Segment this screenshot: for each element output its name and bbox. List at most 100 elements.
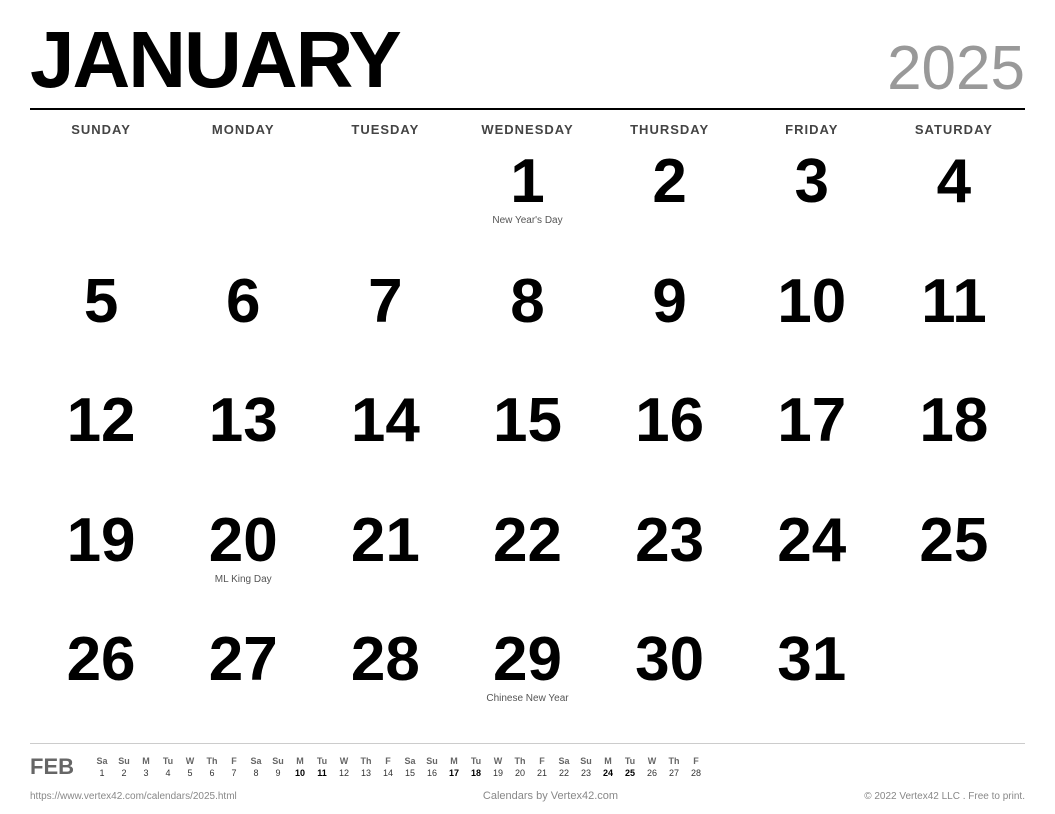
mini-day-cell: 26 <box>642 768 662 778</box>
day-header-tue: TUESDAY <box>314 118 456 141</box>
mini-day-cell: 11 <box>312 768 332 778</box>
calendar-cell: 9 <box>599 265 741 385</box>
day-header-wed: WEDNESDAY <box>456 118 598 141</box>
mini-day-header: Sa <box>92 756 112 766</box>
date-number: 5 <box>84 271 118 333</box>
date-number: 23 <box>635 510 704 572</box>
mini-day-cell: 28 <box>686 768 706 778</box>
date-number: 26 <box>67 629 136 691</box>
days-header: SUNDAY MONDAY TUESDAY WEDNESDAY THURSDAY… <box>30 118 1025 141</box>
date-number: 21 <box>351 510 420 572</box>
mini-day-header: M <box>598 756 618 766</box>
mini-day-header: W <box>334 756 354 766</box>
date-number: 20 <box>209 510 278 572</box>
date-number: 31 <box>777 629 846 691</box>
date-number: 14 <box>351 390 420 452</box>
mini-day-cell: 13 <box>356 768 376 778</box>
year-title: 2025 <box>887 38 1025 100</box>
calendar-cell: 17 <box>741 384 883 504</box>
calendar-cell: 3 <box>741 145 883 265</box>
mini-day-cell: 14 <box>378 768 398 778</box>
calendar-cell: 6 <box>172 265 314 385</box>
mini-day-header: W <box>488 756 508 766</box>
calendar-cell <box>30 145 172 265</box>
mini-day-header: F <box>378 756 398 766</box>
calendar-cell: 4 <box>883 145 1025 265</box>
mini-day-cell: 1 <box>92 768 112 778</box>
date-number: 13 <box>209 390 278 452</box>
date-number: 27 <box>209 629 278 691</box>
mini-day-header: M <box>290 756 310 766</box>
calendar-cell: 23 <box>599 504 741 624</box>
mini-day-header: Tu <box>620 756 640 766</box>
calendar-cell: 26 <box>30 623 172 743</box>
calendar-cell: 25 <box>883 504 1025 624</box>
day-header-fri: FRIDAY <box>741 118 883 141</box>
calendar-cell: 27 <box>172 623 314 743</box>
mini-day-header: Sa <box>554 756 574 766</box>
mini-day-header: M <box>444 756 464 766</box>
mini-day-cell: 16 <box>422 768 442 778</box>
mini-day-cell: 9 <box>268 768 288 778</box>
calendar-cell: 24 <box>741 504 883 624</box>
footer-center: Calendars by Vertex42.com <box>483 790 618 802</box>
calendar-cell <box>172 145 314 265</box>
mini-day-header: Sa <box>400 756 420 766</box>
date-number: 28 <box>351 629 420 691</box>
calendar-cell: 5 <box>30 265 172 385</box>
mini-day-header: Th <box>356 756 376 766</box>
calendar-cell: 30 <box>599 623 741 743</box>
calendar-cell: 28 <box>314 623 456 743</box>
mini-day-header: M <box>136 756 156 766</box>
date-number: 30 <box>635 629 704 691</box>
mini-day-header: Th <box>664 756 684 766</box>
mini-day-cell: 15 <box>400 768 420 778</box>
date-number: 29 <box>493 629 562 691</box>
date-number: 4 <box>937 151 971 213</box>
day-header-sat: SATURDAY <box>883 118 1025 141</box>
mini-day-cell: 4 <box>158 768 178 778</box>
mini-day-header: W <box>180 756 200 766</box>
mini-month-label: FEB <box>30 754 80 780</box>
mini-day-cell: 21 <box>532 768 552 778</box>
calendar-cell: 22 <box>456 504 598 624</box>
mini-day-cell: 7 <box>224 768 244 778</box>
calendar-cell: 15 <box>456 384 598 504</box>
mini-day-header: Su <box>268 756 288 766</box>
footer-copyright: © 2022 Vertex42 LLC . Free to print. <box>864 791 1025 802</box>
date-number: 22 <box>493 510 562 572</box>
mini-day-cell: 12 <box>334 768 354 778</box>
mini-day-header: Sa <box>246 756 266 766</box>
date-number: 12 <box>67 390 136 452</box>
calendar-grid: 1New Year's Day2345678910111213141516171… <box>30 145 1025 743</box>
calendar-cell: 13 <box>172 384 314 504</box>
date-number: 9 <box>652 271 686 333</box>
date-number: 3 <box>795 151 829 213</box>
calendar-cell: 16 <box>599 384 741 504</box>
mini-day-cell: 5 <box>180 768 200 778</box>
date-number: 6 <box>226 271 260 333</box>
holiday-label: Chinese New Year <box>486 693 568 705</box>
mini-day-cell: 25 <box>620 768 640 778</box>
mini-day-header: Tu <box>312 756 332 766</box>
mini-day-header: F <box>532 756 552 766</box>
mini-day-cell: 8 <box>246 768 266 778</box>
mini-day-cell: 18 <box>466 768 486 778</box>
calendar-cell: 21 <box>314 504 456 624</box>
calendar-cell <box>314 145 456 265</box>
mini-day-header: Su <box>576 756 596 766</box>
footer: https://www.vertex42.com/calendars/2025.… <box>30 785 1025 804</box>
mini-day-cell: 2 <box>114 768 134 778</box>
mini-day-cell: 23 <box>576 768 596 778</box>
calendar-cell: 8 <box>456 265 598 385</box>
holiday-label: ML King Day <box>215 574 272 586</box>
date-number: 16 <box>635 390 704 452</box>
day-header-thu: THURSDAY <box>599 118 741 141</box>
mini-calendar-section: FEB SaSuMTuWThFSaSuMTuWThFSaSuMTuWThFSaS… <box>30 743 1025 785</box>
mini-day-header: Su <box>422 756 442 766</box>
month-title: JANUARY <box>30 20 400 100</box>
calendar-cell: 29 Chinese New Year <box>456 623 598 743</box>
footer-url: https://www.vertex42.com/calendars/2025.… <box>30 791 237 802</box>
holiday-label: New Year's Day <box>492 215 562 227</box>
date-number: 19 <box>67 510 136 572</box>
